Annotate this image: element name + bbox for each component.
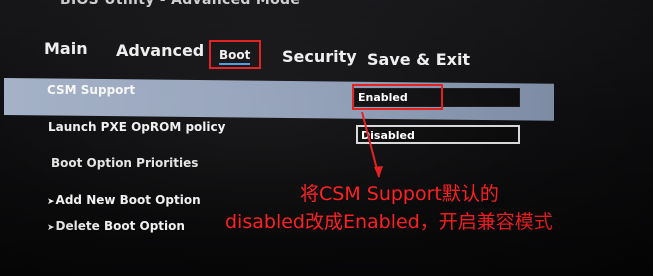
pxe-policy-label[interactable]: Launch PXE OpROM policy	[48, 120, 225, 134]
annotation-text-line-2: disabled改成Enabled，开启兼容模式	[225, 211, 553, 233]
tab-security-label: Security	[282, 47, 357, 66]
tab-main[interactable]: Main	[44, 39, 88, 58]
tab-advanced-label: Advanced	[116, 41, 205, 60]
tab-advanced[interactable]: Advanced	[116, 41, 204, 60]
tab-security[interactable]: Security	[282, 47, 357, 66]
tab-save-exit-label: Save & Exit	[367, 50, 471, 69]
boot-tab-highlight-box	[209, 40, 261, 69]
csm-value-highlight-box	[352, 84, 443, 110]
annotation-text-line-1: 将CSM Support默认的	[300, 183, 499, 205]
tab-main-label: Main	[44, 39, 88, 58]
delete-boot-option-label: Delete Boot Option	[55, 219, 185, 233]
delete-boot-option-item[interactable]: ➤Delete Boot Option	[47, 219, 185, 233]
annotation-arrow-line	[361, 111, 380, 178]
bios-screen: BIOS Utility - Advanced Mode Main Advanc…	[0, 0, 653, 276]
submenu-arrow-icon: ➤	[47, 197, 55, 207]
add-new-boot-option-label: Add New Boot Option	[55, 193, 201, 207]
pxe-policy-value[interactable]: Disabled	[356, 125, 520, 144]
annotation-arrow-head	[374, 166, 383, 178]
boot-option-priorities-heading: Boot Option Priorities	[51, 156, 199, 170]
csm-support-label[interactable]: CSM Support	[47, 83, 135, 97]
submenu-arrow-icon: ➤	[47, 223, 55, 233]
tab-bar: Main Advanced Boot Security Save & Exit	[0, 0, 653, 75]
tab-save-exit[interactable]: Save & Exit	[367, 50, 470, 69]
add-new-boot-option-item[interactable]: ➤Add New Boot Option	[47, 193, 201, 207]
